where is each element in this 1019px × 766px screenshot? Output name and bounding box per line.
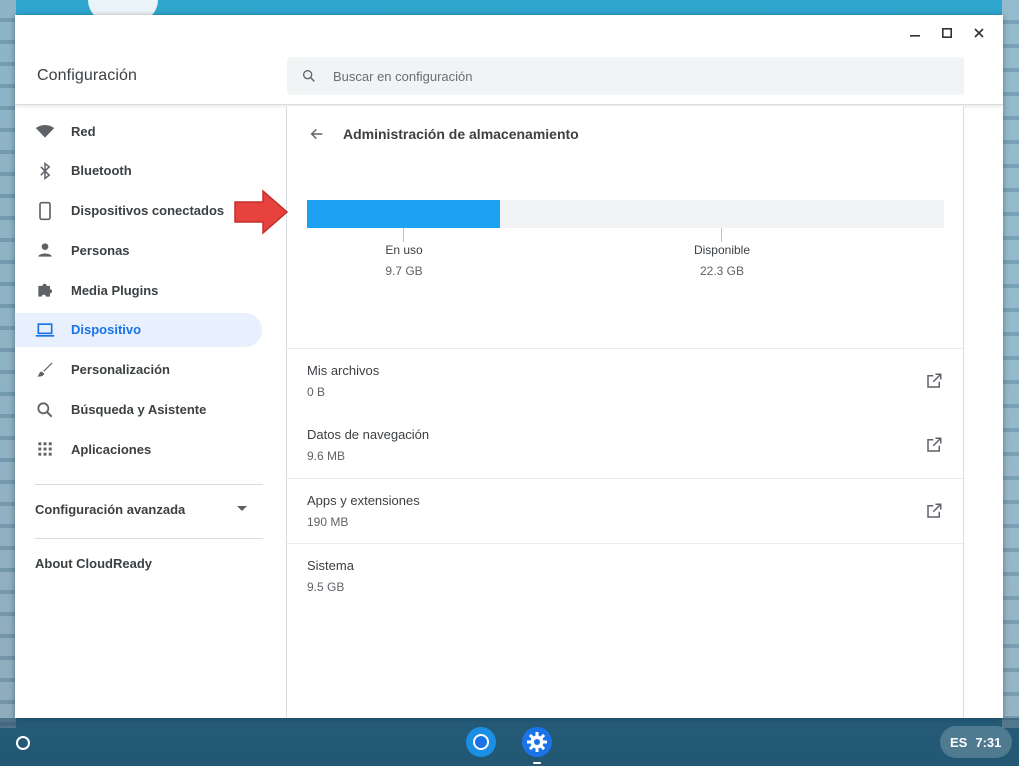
sidebar-divider	[35, 538, 263, 539]
advanced-settings-label: Configuración avanzada	[35, 501, 186, 517]
clock: 7:31	[975, 734, 1002, 750]
maximize-icon	[942, 28, 952, 38]
advanced-settings-toggle[interactable]: Configuración avanzada	[35, 499, 247, 519]
status-tray[interactable]: ES 7:31	[940, 726, 1012, 758]
minimize-button[interactable]	[899, 23, 931, 43]
row-size: 9.5 GB	[307, 580, 345, 594]
wallpaper-right	[1002, 0, 1019, 728]
sidebar-item-red[interactable]: Red	[15, 114, 262, 148]
row-size: 190 MB	[307, 515, 349, 529]
sidebar-item-label: Personalización	[71, 362, 170, 378]
close-icon	[974, 28, 984, 38]
sidebar-item-media-plugins[interactable]: Media Plugins	[15, 273, 262, 307]
search-box[interactable]	[287, 57, 964, 95]
chrome-icon[interactable]	[465, 726, 497, 758]
used-label: En uso	[385, 243, 423, 257]
sidebar-item-connected-devices[interactable]: Dispositivos conectados	[15, 194, 262, 228]
storage-used-fill	[307, 200, 500, 228]
section-divider	[287, 348, 963, 349]
close-button[interactable]	[963, 23, 995, 43]
maximize-button[interactable]	[931, 23, 963, 43]
row-title: Mis archivos	[307, 363, 380, 378]
sidebar-item-label: Aplicaciones	[71, 441, 152, 457]
search-icon	[35, 400, 55, 420]
open-external-icon[interactable]	[925, 436, 943, 454]
sidebar-item-bluetooth[interactable]: Bluetooth	[15, 154, 262, 188]
row-size: 9.6 MB	[307, 449, 346, 463]
apps-grid-icon	[35, 439, 55, 459]
bluetooth-icon	[35, 161, 55, 181]
back-button[interactable]	[307, 124, 327, 144]
puzzle-icon	[35, 280, 55, 300]
about-cloudready-link[interactable]: About CloudReady	[35, 556, 152, 571]
brush-icon	[35, 360, 55, 380]
sidebar-item-apps[interactable]: Aplicaciones	[15, 432, 262, 466]
search-input[interactable]	[333, 68, 913, 84]
sidebar-item-people[interactable]: Personas	[15, 233, 262, 267]
wallpaper-left	[0, 0, 16, 728]
shelf: ES 7:31	[0, 718, 1019, 766]
sidebar-item-personalization[interactable]: Personalización	[15, 353, 262, 387]
sidebar-item-label: Dispositivos conectados	[71, 203, 225, 219]
row-size: 0 B	[307, 385, 326, 399]
red-arrow-annotation-icon	[234, 189, 289, 235]
open-external-icon[interactable]	[925, 372, 943, 390]
available-legend: Disponible 22.3 GB	[662, 243, 782, 278]
row-title: Sistema	[307, 558, 354, 573]
laptop-icon	[35, 320, 55, 340]
sidebar-item-search-assistant[interactable]: Búsqueda y Asistente	[15, 393, 262, 427]
window-controls	[899, 23, 995, 43]
sidebar-item-label: Dispositivo	[71, 322, 142, 338]
phone-icon	[35, 201, 55, 221]
sidebar-item-label: Personas	[71, 242, 130, 258]
row-title: Apps y extensiones	[307, 493, 420, 508]
language-indicator: ES	[950, 734, 968, 750]
launcher-circle-icon	[16, 736, 30, 750]
used-tick	[403, 228, 404, 242]
running-indicator	[533, 762, 541, 764]
arrow-back-icon	[310, 128, 323, 140]
sidebar-item-label: Media Plugins	[71, 282, 159, 298]
settings-icon[interactable]	[521, 726, 553, 758]
sidebar-item-label: Bluetooth	[71, 163, 132, 179]
page-title: Administración de almacenamiento	[343, 126, 579, 142]
sidebar-divider	[35, 484, 263, 485]
sidebar-item-device[interactable]: Dispositivo	[15, 312, 262, 347]
storage-row-apps-extensions[interactable]: Apps y extensiones 190 MB	[287, 478, 963, 543]
used-value: 9.7 GB	[385, 264, 423, 278]
search-icon	[303, 70, 315, 82]
available-value: 22.3 GB	[699, 264, 745, 278]
wifi-icon	[35, 121, 55, 141]
open-external-icon[interactable]	[925, 502, 943, 520]
window-header: Configuración	[15, 15, 1003, 105]
storage-management-card: Administración de almacenamiento En uso …	[286, 106, 964, 718]
settings-window: Configuración Red Bluetooth	[15, 15, 1003, 718]
chevron-down-icon	[237, 506, 247, 511]
storage-row-system: Sistema 9.5 GB	[287, 543, 963, 608]
available-tick	[721, 228, 722, 242]
storage-row-my-files[interactable]: Mis archivos 0 B	[287, 348, 963, 413]
storage-row-browsing-data[interactable]: Datos de navegación 9.6 MB	[287, 413, 963, 478]
minimize-icon	[910, 35, 920, 37]
available-label: Disponible	[693, 243, 751, 257]
page-header: Administración de almacenamiento	[307, 124, 579, 144]
row-title: Datos de navegación	[307, 427, 430, 442]
launcher-button[interactable]	[8, 728, 38, 758]
used-legend: En uso 9.7 GB	[344, 243, 464, 278]
storage-usage-bar	[307, 200, 944, 228]
app-title: Configuración	[37, 67, 138, 84]
sidebar-item-label: Búsqueda y Asistente	[71, 402, 207, 418]
person-icon	[35, 240, 55, 260]
sidebar-item-label: Red	[71, 123, 96, 139]
